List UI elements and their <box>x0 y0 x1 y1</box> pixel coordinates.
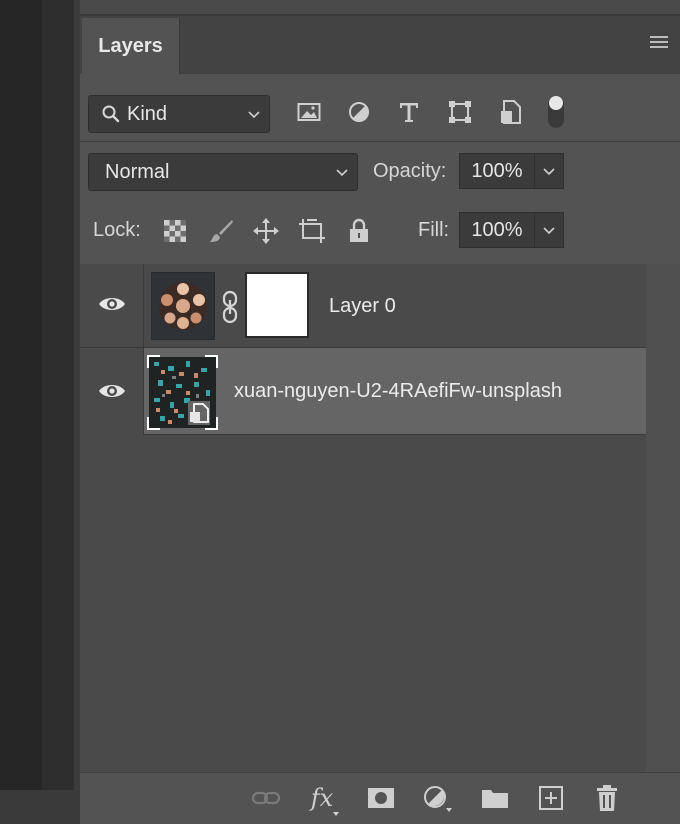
opacity-dropdown-button[interactable] <box>535 153 564 189</box>
fx-icon[interactable]: fx <box>307 784 339 816</box>
chevron-down-icon <box>248 111 260 119</box>
tab-layers[interactable]: Layers <box>82 18 180 74</box>
filter-kind-dropdown[interactable]: Kind <box>88 95 270 133</box>
workspace-strip <box>42 0 74 824</box>
mask-link-icon[interactable] <box>219 290 241 329</box>
filter-toggle-icon[interactable] <box>547 94 565 130</box>
image-filter-icon[interactable] <box>294 97 324 127</box>
lock-artboard-icon[interactable] <box>297 216 327 246</box>
lock-transparent-pixels-icon[interactable] <box>160 216 190 246</box>
lock-image-pixels-icon[interactable] <box>206 216 236 246</box>
adjustment-filter-icon[interactable] <box>344 97 374 127</box>
blend-mode-dropdown[interactable]: Normal <box>88 153 358 191</box>
fill-dropdown-button[interactable] <box>535 212 564 248</box>
fill-input[interactable]: 100% <box>459 212 535 248</box>
link-layers-icon[interactable] <box>251 784 281 812</box>
layer-mask-thumbnail[interactable] <box>245 272 309 338</box>
workspace-dark-strip <box>0 0 42 824</box>
panel-top-bar <box>80 0 680 14</box>
chevron-down-icon <box>336 169 348 177</box>
group-folder-icon[interactable] <box>480 784 510 812</box>
smart-object-thumbnail[interactable] <box>146 354 219 431</box>
adjustment-layer-icon[interactable] <box>422 784 452 812</box>
type-filter-icon[interactable] <box>394 97 424 127</box>
visibility-eye-icon[interactable] <box>98 381 126 406</box>
lock-label: Lock: <box>93 219 141 241</box>
shape-filter-icon[interactable] <box>445 97 475 127</box>
search-icon <box>102 105 120 123</box>
new-layer-icon[interactable] <box>536 784 566 812</box>
layer-thumbnail[interactable] <box>151 272 215 340</box>
fill-label: Fill: <box>418 219 450 241</box>
chevron-down-icon <box>543 227 555 235</box>
lock-position-icon[interactable] <box>251 216 281 246</box>
filter-kind-label: Kind <box>127 102 168 125</box>
layers-scrollbar[interactable] <box>646 264 680 772</box>
add-mask-icon[interactable] <box>366 784 396 812</box>
layer-name[interactable]: Layer 0 <box>329 295 396 318</box>
smart-object-filter-icon[interactable] <box>496 97 526 127</box>
lock-all-icon[interactable] <box>344 216 374 246</box>
panel-menu-icon[interactable] <box>650 36 668 50</box>
opacity-input[interactable]: 100% <box>459 153 535 189</box>
chevron-down-icon <box>543 168 555 176</box>
visibility-eye-icon[interactable] <box>98 294 126 319</box>
layer-name[interactable]: xuan-nguyen-U2-4RAefiFw-unsplash <box>234 380 562 403</box>
blend-mode-value: Normal <box>105 160 170 183</box>
fx-label: fx <box>310 784 334 812</box>
opacity-label: Opacity: <box>373 160 447 182</box>
workspace-bottom-strip <box>0 790 80 824</box>
delete-layer-icon[interactable] <box>592 784 622 812</box>
divider <box>80 141 680 142</box>
